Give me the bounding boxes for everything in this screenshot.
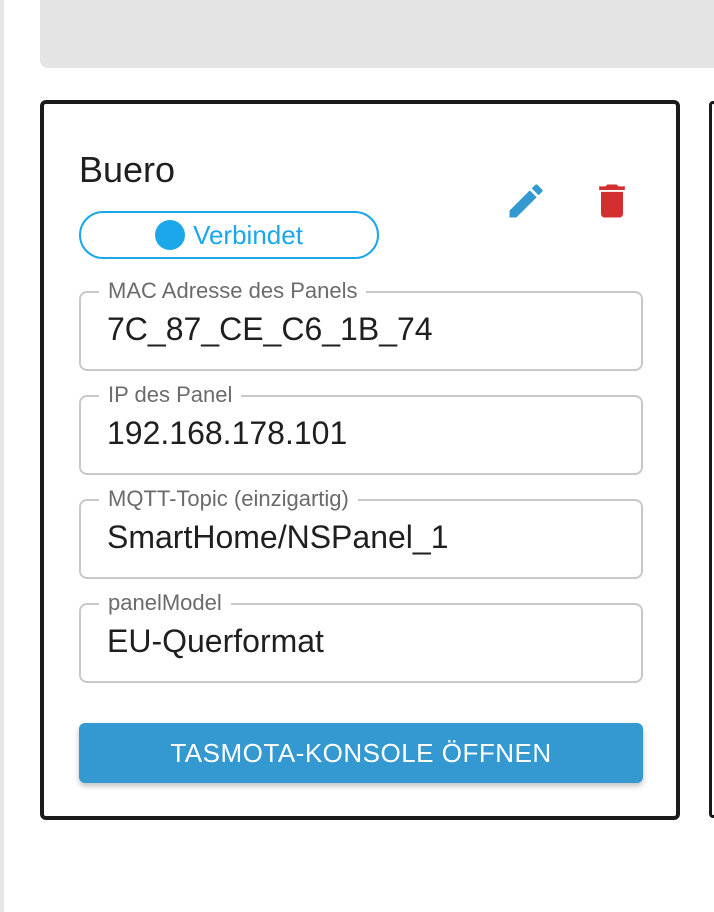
mqtt-topic-field[interactable]: MQTT-Topic (einzigartig) [79,485,643,579]
ip-address-field[interactable]: IP des Panel [79,381,643,475]
next-card-edge [709,101,714,818]
top-bar [40,0,714,68]
panel-card: Buero Verbindet MAC Adresse des Panels I… [40,100,680,820]
ip-address-input[interactable] [107,415,627,452]
mac-address-label: MAC Adresse des Panels [99,277,367,305]
mac-address-input[interactable] [107,311,627,348]
status-dot-icon [155,220,186,250]
panel-model-field[interactable]: panelModel [79,589,643,683]
page: Buero Verbindet MAC Adresse des Panels I… [0,0,714,912]
mqtt-topic-input[interactable] [107,519,627,556]
mac-address-field[interactable]: MAC Adresse des Panels [79,277,643,371]
ip-address-label: IP des Panel [99,381,242,409]
mqtt-topic-label: MQTT-Topic (einzigartig) [99,485,358,513]
status-label: Verbindet [193,219,303,250]
pencil-icon [509,184,543,218]
delete-button[interactable] [590,179,634,223]
trash-icon [599,184,625,218]
panel-name: Buero [79,149,176,190]
edit-button[interactable] [504,179,548,223]
panel-model-label: panelModel [99,589,231,617]
connection-status-chip: Verbindet [79,211,379,259]
left-scroll-edge [0,0,4,912]
panel-model-input[interactable] [107,623,627,660]
open-tasmota-console-button[interactable]: TASMOTA-KONSOLE ÖFFNEN [79,723,643,783]
